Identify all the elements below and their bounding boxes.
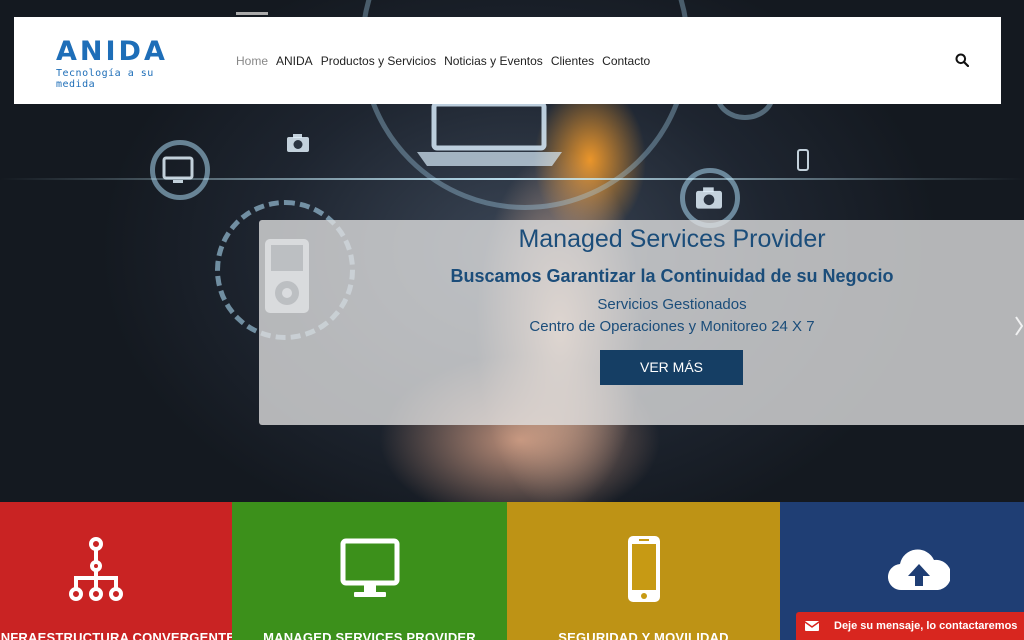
- cloud-upload-icon: [888, 549, 950, 591]
- tile-seguridad-movilidad[interactable]: SEGURIDAD Y MOVILIDAD: [507, 502, 780, 640]
- nav-item-home[interactable]: Home: [236, 11, 269, 72]
- camera-icon: [696, 187, 722, 209]
- site-header: ANIDA Tecnología a su medida Home ANIDA …: [14, 11, 1001, 104]
- nav-item-contacto[interactable]: Contacto: [602, 50, 650, 72]
- tablet-icon: [162, 156, 194, 183]
- chevron-right-icon[interactable]: [1014, 315, 1024, 337]
- nav-item-productos-servicios[interactable]: Productos y Servicios: [321, 50, 436, 72]
- anida-logo[interactable]: ANIDA Tecnología a su medida: [56, 36, 196, 91]
- slide-subtitle: Buscamos Garantizar la Continuidad de su…: [450, 266, 894, 286]
- search-icon[interactable]: [955, 53, 969, 67]
- tile-managed-services[interactable]: MANAGED SERVICES PROVIDER: [232, 502, 507, 640]
- chat-label: Deje su mensaje, lo contactaremos: [834, 620, 1018, 632]
- nav-item-anida[interactable]: ANIDA: [276, 50, 313, 72]
- logo-tagline: Tecnología a su medida: [56, 68, 154, 90]
- camera-icon: [287, 134, 309, 152]
- main-navigation: Home ANIDA Productos y Servicios Noticia…: [236, 11, 658, 104]
- nav-item-noticias-eventos[interactable]: Noticias y Eventos: [444, 50, 543, 72]
- ver-mas-button[interactable]: VER MÁS: [600, 350, 743, 385]
- slide-text-line: Centro de Operaciones y Monitoreo 24 X 7: [529, 318, 815, 335]
- logo-wordmark: ANIDA: [56, 36, 168, 67]
- chat-message-bar[interactable]: Deje su mensaje, lo contactaremos: [796, 612, 1024, 640]
- laptop-icon: [417, 101, 562, 166]
- smartphone-icon: [628, 536, 660, 602]
- slide-title: Managed Services Provider: [518, 225, 826, 253]
- tile-infraestructura[interactable]: INFRAESTRUCTURA CONVERGENTE: [0, 502, 232, 640]
- nav-item-clientes[interactable]: Clientes: [551, 50, 594, 72]
- network-hierarchy-icon: [69, 537, 123, 601]
- slider-caption: Managed Services Provider Buscamos Garan…: [259, 220, 1024, 425]
- tile-label: MANAGED SERVICES PROVIDER: [263, 630, 476, 640]
- slide-text-line: Servicios Gestionados: [597, 296, 747, 313]
- hero-light-line: [0, 178, 1024, 180]
- envelope-icon: [804, 621, 820, 631]
- tile-label: SEGURIDAD Y MOVILIDAD: [558, 630, 729, 640]
- monitor-icon: [340, 538, 400, 597]
- mobile-phone-icon: [797, 149, 809, 171]
- tile-label: INFRAESTRUCTURA CONVERGENTE: [0, 630, 232, 640]
